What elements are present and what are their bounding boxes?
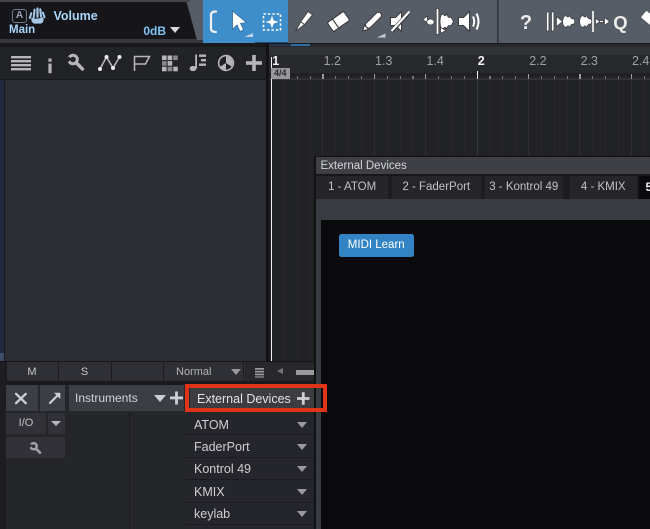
svg-text:?: ?: [520, 12, 532, 34]
svg-text:Q: Q: [613, 12, 627, 33]
